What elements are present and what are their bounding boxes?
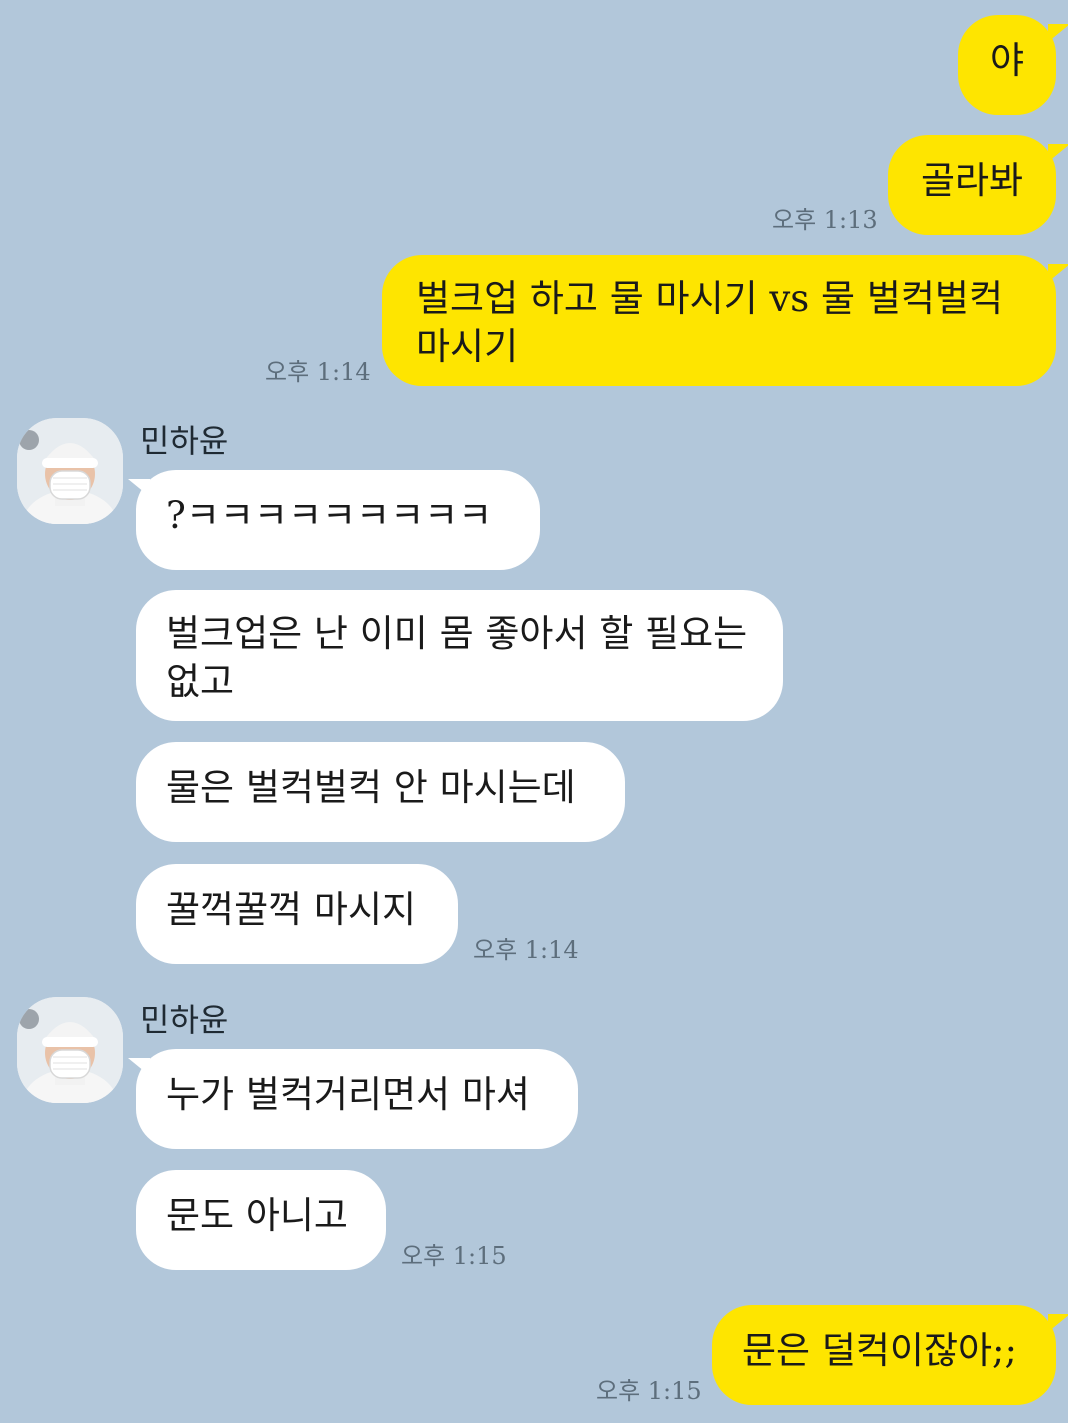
bubble-tail <box>128 1058 150 1076</box>
incoming-message-bubble[interactable]: 물은 벌컥벌컥 안 마시는데 <box>136 742 625 842</box>
outgoing-message-bubble[interactable]: 문은 덜컥이잖아;; <box>712 1305 1056 1405</box>
message-timestamp: 오후 1:15 <box>596 1377 702 1405</box>
outgoing-message-bubble[interactable]: 골라봐 <box>888 135 1056 235</box>
message-timestamp: 오후 1:13 <box>772 206 878 234</box>
profile-photo-icon <box>17 997 123 1103</box>
message-timestamp: 오후 1:15 <box>401 1242 507 1270</box>
bubble-tail <box>1048 264 1068 282</box>
outgoing-message-bubble[interactable]: 벌크업 하고 물 마시기 vs 물 벌컥벌컥 마시기 <box>382 255 1056 386</box>
incoming-message-bubble[interactable]: 누가 벌컥거리면서 마셔 <box>136 1049 578 1149</box>
incoming-message-bubble[interactable]: ?ㅋㅋㅋㅋㅋㅋㅋㅋㅋ <box>136 470 540 570</box>
contact-name: 민하윤 <box>140 1001 229 1039</box>
bubble-tail <box>1048 24 1068 42</box>
incoming-message-bubble[interactable]: 꿀꺽꿀꺽 마시지 <box>136 864 458 964</box>
bubble-tail <box>1048 1314 1068 1332</box>
bubble-tail <box>1048 144 1068 162</box>
message-timestamp: 오후 1:14 <box>265 358 371 386</box>
profile-photo-icon <box>17 418 123 524</box>
incoming-message-bubble[interactable]: 문도 아니고 <box>136 1170 386 1270</box>
message-timestamp: 오후 1:14 <box>473 936 579 964</box>
outgoing-message-bubble[interactable]: 야 <box>958 15 1056 115</box>
incoming-message-bubble[interactable]: 벌크업은 난 이미 몸 좋아서 할 필요는 없고 <box>136 590 783 721</box>
contact-avatar[interactable] <box>17 418 123 524</box>
contact-name: 민하윤 <box>140 422 229 460</box>
bubble-tail <box>128 479 150 497</box>
contact-avatar[interactable] <box>17 997 123 1103</box>
